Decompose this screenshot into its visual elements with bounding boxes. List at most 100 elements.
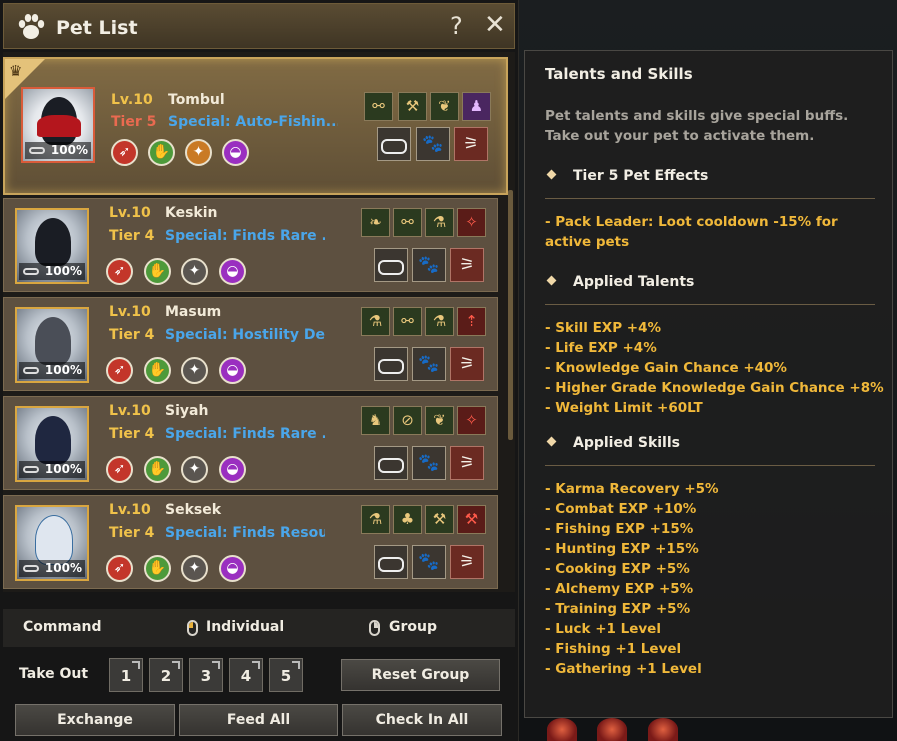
check-in-button[interactable]: ⚞ (450, 248, 484, 282)
close-button[interactable]: ✕ (484, 10, 506, 40)
pet-card[interactable]: 100% Lv.10 Masum Tier 4 Special: Hostili… (3, 297, 498, 391)
skill-icon[interactable] (597, 718, 627, 741)
group-label: Group (389, 619, 438, 635)
pet-card[interactable]: 100% Lv.10 Siyah Tier 4 Special: Finds R… (3, 396, 498, 490)
pet-card[interactable]: ♛ 100% Lv.10 Tombul Tier 5 Special: Auto… (3, 57, 508, 195)
follow-command-icon[interactable]: ➶ (106, 258, 133, 285)
pet-tier: Tier 4 (109, 525, 155, 541)
hunger-value: 100% (44, 561, 82, 575)
skill-gathering-icon: ⚒ (398, 92, 427, 121)
bowl-icon (378, 260, 404, 275)
stay-command-icon[interactable]: ✋ (148, 139, 175, 166)
left-mouse-icon (187, 620, 198, 636)
scrollbar[interactable] (508, 190, 513, 440)
feed-button[interactable] (374, 446, 408, 480)
hunger-meter: 100% (19, 461, 85, 478)
help-button[interactable]: ? (450, 12, 463, 40)
skill-fishing-icon: ⚯ (364, 92, 393, 121)
pet-name: Seksek (165, 502, 222, 518)
check-in-button[interactable]: ⚞ (450, 446, 484, 480)
feed-command-icon[interactable]: ◒ (219, 555, 246, 582)
take-out-slot-2[interactable]: 2 (149, 658, 183, 692)
pet-level: Lv.10 (109, 502, 151, 518)
follow-command-icon[interactable]: ➶ (106, 456, 133, 483)
pet-special: Special: Finds Rare ... (165, 228, 325, 244)
feed-button[interactable] (374, 545, 408, 579)
pet-info-button[interactable]: 🐾 (412, 347, 446, 381)
talent-line: - Life EXP +4% (545, 340, 657, 356)
talent-line: - Knowledge Gain Chance +40% (545, 360, 787, 376)
follow-command-icon[interactable]: ➶ (106, 357, 133, 384)
pet-level: Lv.10 (109, 403, 151, 419)
stay-command-icon[interactable]: ✋ (144, 357, 171, 384)
stay-command-icon[interactable]: ✋ (144, 456, 171, 483)
take-out-slot-3[interactable]: 3 (189, 658, 223, 692)
pet-level: Lv.10 (109, 304, 151, 320)
hunger-meter: 100% (19, 560, 85, 577)
skill-alchemy-icon: ⚗ (425, 208, 454, 237)
find-command-icon[interactable]: ✦ (181, 258, 208, 285)
skill-line: - Fishing +1 Level (545, 641, 682, 657)
pet-name: Keskin (165, 205, 218, 221)
feed-command-icon[interactable]: ◒ (219, 258, 246, 285)
reset-group-button[interactable]: Reset Group (341, 659, 500, 691)
feed-button[interactable] (374, 347, 408, 381)
pet-portrait: 100% (15, 406, 89, 482)
feed-command-icon[interactable]: ◒ (222, 139, 249, 166)
feed-command-icon[interactable]: ◒ (219, 456, 246, 483)
take-out-slot-5[interactable]: 5 (269, 658, 303, 692)
pet-special: Special: Finds Resou... (165, 525, 325, 541)
check-in-button[interactable]: ⚞ (450, 347, 484, 381)
pet-card[interactable]: 100% Lv.10 Seksek Tier 4 Special: Finds … (3, 495, 498, 589)
skill-icon[interactable] (648, 718, 678, 741)
feed-all-button[interactable]: Feed All (179, 704, 338, 736)
follow-command-icon[interactable]: ➶ (106, 555, 133, 582)
title-bar[interactable]: Pet List ? ✕ (3, 3, 515, 49)
find-command-icon[interactable]: ✦ (181, 555, 208, 582)
bowl-icon (23, 565, 39, 572)
skill-cooking-icon: ❧ (361, 208, 390, 237)
bowl-icon (378, 359, 404, 374)
pet-info-button[interactable]: 🐾 (416, 127, 450, 161)
pet-info-button[interactable]: 🐾 (412, 545, 446, 579)
pet-info-button[interactable]: 🐾 (412, 446, 446, 480)
pet-list-window: Pet List ? ✕ ♛ 100% Lv.10 Tombul Tier 5 … (0, 0, 519, 741)
pet-image (35, 416, 71, 464)
stay-command-icon[interactable]: ✋ (144, 555, 171, 582)
paw-icon (18, 14, 45, 39)
take-out-slot-4[interactable]: 4 (229, 658, 263, 692)
bowl-icon (29, 147, 45, 154)
skill-axe-icon: ⚒ (425, 505, 454, 534)
skills-list: - Karma Recovery +5% - Combat EXP +10% -… (545, 479, 890, 679)
skill-hunting-icon: ⚯ (393, 307, 422, 336)
stay-command-icon[interactable]: ✋ (144, 258, 171, 285)
feed-command-icon[interactable]: ◒ (219, 357, 246, 384)
tier-effects-list: - Pack Leader: Loot cooldown -15% for ac… (545, 212, 885, 252)
pet-level: Lv.10 (111, 92, 153, 108)
hunger-value: 100% (44, 363, 82, 377)
talents-heading: Applied Talents (545, 274, 694, 290)
check-in-button[interactable]: ⚞ (450, 545, 484, 579)
check-in-button[interactable]: ⚞ (454, 127, 488, 161)
talents-title: Applied Talents (573, 274, 695, 290)
pet-image (35, 317, 71, 365)
feed-button[interactable] (377, 127, 411, 161)
feed-button[interactable] (374, 248, 408, 282)
pet-card[interactable]: 100% Lv.10 Keskin Tier 4 Special: Finds … (3, 198, 498, 292)
take-out-slot-1[interactable]: 1 (109, 658, 143, 692)
find-command-icon[interactable]: ✦ (185, 139, 212, 166)
skill-line: - Cooking EXP +5% (545, 561, 690, 577)
talent-line: - Higher Grade Knowledge Gain Chance +8% (545, 380, 884, 396)
follow-command-icon[interactable]: ➶ (111, 139, 138, 166)
check-in-all-button[interactable]: Check In All (342, 704, 502, 736)
find-command-icon[interactable]: ✦ (181, 357, 208, 384)
pet-info-button[interactable]: 🐾 (412, 248, 446, 282)
pet-portrait: 100% (15, 307, 89, 383)
skill-line: - Hunting EXP +15% (545, 541, 699, 557)
skill-icon[interactable] (547, 718, 577, 741)
skill-luck-icon: ♣ (393, 505, 422, 534)
window-title: Pet List (56, 17, 138, 39)
skill-line: - Alchemy EXP +5% (545, 581, 694, 597)
find-command-icon[interactable]: ✦ (181, 456, 208, 483)
exchange-button[interactable]: Exchange (15, 704, 175, 736)
